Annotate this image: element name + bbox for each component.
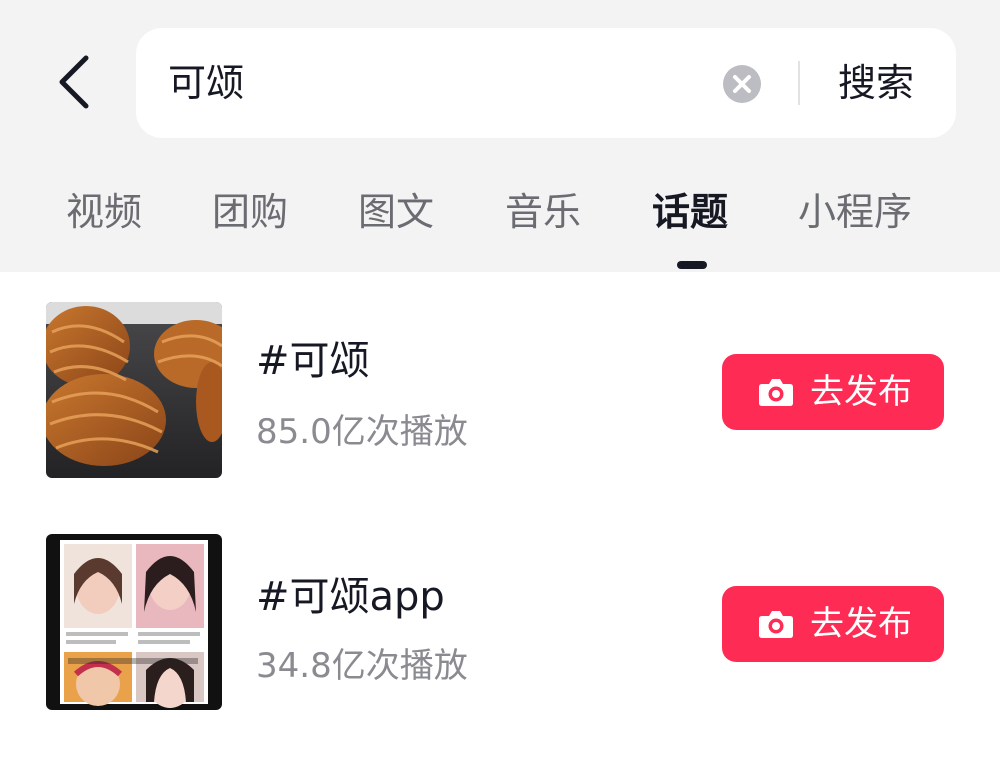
tab-mini-program[interactable]: 小程序 <box>798 180 912 244</box>
topic-title: #可颂 <box>256 338 370 384</box>
clear-circle-icon <box>723 65 761 103</box>
topic-row[interactable]: #可颂app 34.8亿次播放 去发布 <box>0 528 1000 718</box>
topic-play-count: 85.0亿次播放 <box>256 412 468 452</box>
collage-image <box>46 534 222 710</box>
search-input[interactable] <box>168 28 708 138</box>
publish-button-label: 去发布 <box>810 604 912 644</box>
chevron-left-icon <box>59 55 89 109</box>
tab-image-text[interactable]: 图文 <box>358 180 434 244</box>
publish-button[interactable]: 去发布 <box>722 354 944 430</box>
publish-button[interactable]: 去发布 <box>722 586 944 662</box>
croissant-image <box>46 302 222 478</box>
tab-video[interactable]: 视频 <box>66 180 142 244</box>
search-divider <box>798 61 800 105</box>
topic-row[interactable]: #可颂 85.0亿次播放 去发布 <box>0 294 1000 484</box>
tab-bar: 视频 团购 图文 音乐 话题 小程序 <box>0 180 1000 244</box>
topic-title: #可颂app <box>256 574 445 620</box>
tab-group-buy[interactable]: 团购 <box>212 180 288 244</box>
topic-play-count: 34.8亿次播放 <box>256 646 468 686</box>
search-submit-button[interactable]: 搜索 <box>826 28 926 138</box>
back-button[interactable] <box>52 54 96 110</box>
tab-music[interactable]: 音乐 <box>505 180 581 244</box>
tab-topic[interactable]: 话题 <box>652 180 728 244</box>
camera-icon <box>759 611 793 638</box>
search-box: 搜索 <box>136 28 956 138</box>
publish-button-label: 去发布 <box>810 372 912 412</box>
topic-thumbnail <box>46 534 222 710</box>
topic-list: #可颂 85.0亿次播放 去发布 #可颂app 34.8亿次播放 去发布 <box>0 272 1000 767</box>
search-header: 搜索 视频 团购 图文 音乐 话题 小程序 <box>0 0 1000 272</box>
topic-thumbnail <box>46 302 222 478</box>
clear-button[interactable] <box>722 64 762 104</box>
camera-icon <box>759 379 793 406</box>
active-tab-indicator <box>677 261 707 269</box>
